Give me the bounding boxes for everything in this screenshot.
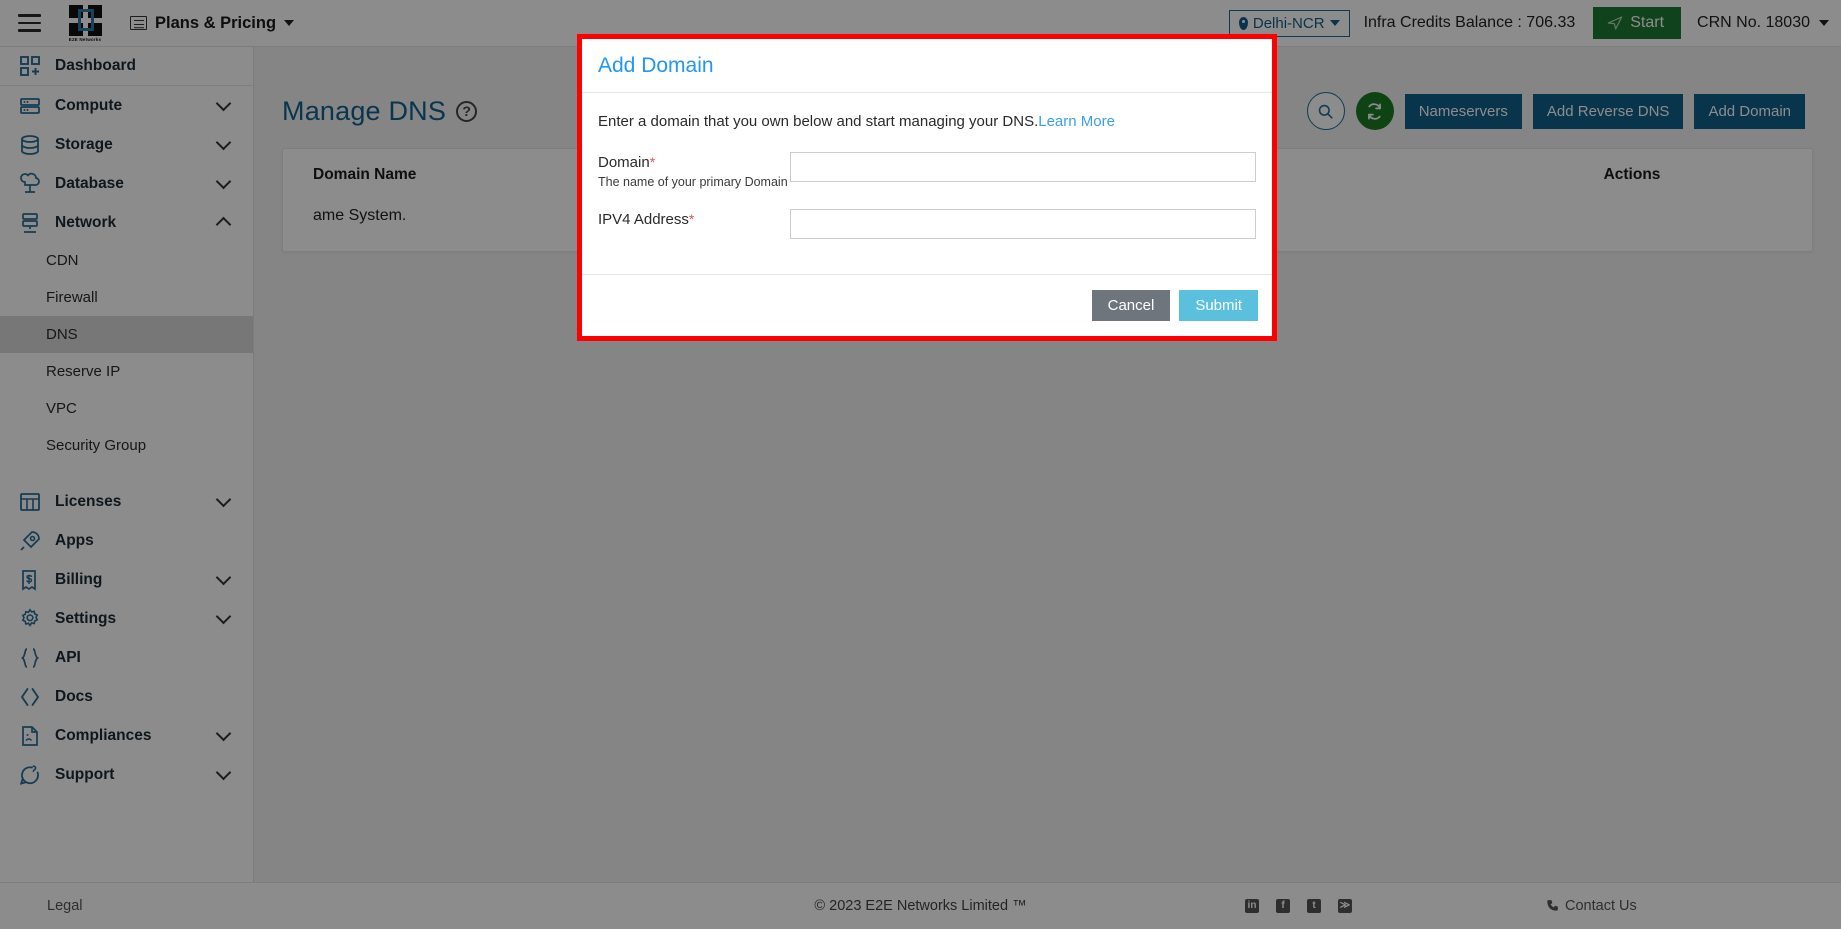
- domain-field-label-wrap: Domain* The name of your primary Domain: [598, 152, 790, 189]
- required-asterisk: *: [649, 154, 656, 170]
- domain-field-label: Domain: [598, 154, 650, 171]
- modal-description: Enter a domain that you own below and st…: [598, 113, 1256, 130]
- required-asterisk: *: [688, 211, 695, 227]
- modal-footer: Cancel Submit: [582, 274, 1272, 336]
- cancel-button[interactable]: Cancel: [1091, 290, 1171, 321]
- add-domain-modal: Add Domain Enter a domain that you own b…: [577, 34, 1277, 341]
- modal-title: Add Domain: [598, 53, 714, 77]
- domain-input[interactable]: [790, 152, 1256, 182]
- modal-description-text: Enter a domain that you own below and st…: [598, 113, 1039, 130]
- domain-field-help: The name of your primary Domain: [598, 175, 788, 189]
- modal-body: Enter a domain that you own below and st…: [582, 93, 1272, 274]
- ipv4-field-label: IPV4 Address: [598, 211, 689, 228]
- domain-field-row: Domain* The name of your primary Domain: [598, 152, 1256, 189]
- app-root: E2E Networks Plans & Pricing Delhi-NCR I…: [0, 0, 1841, 929]
- ipv4-field-label-wrap: IPV4 Address*: [598, 209, 790, 229]
- submit-button[interactable]: Submit: [1179, 290, 1258, 321]
- ipv4-input[interactable]: [790, 209, 1256, 239]
- modal-header: Add Domain: [582, 39, 1272, 93]
- ipv4-field-row: IPV4 Address*: [598, 209, 1256, 239]
- learn-more-link[interactable]: Learn More: [1038, 113, 1115, 130]
